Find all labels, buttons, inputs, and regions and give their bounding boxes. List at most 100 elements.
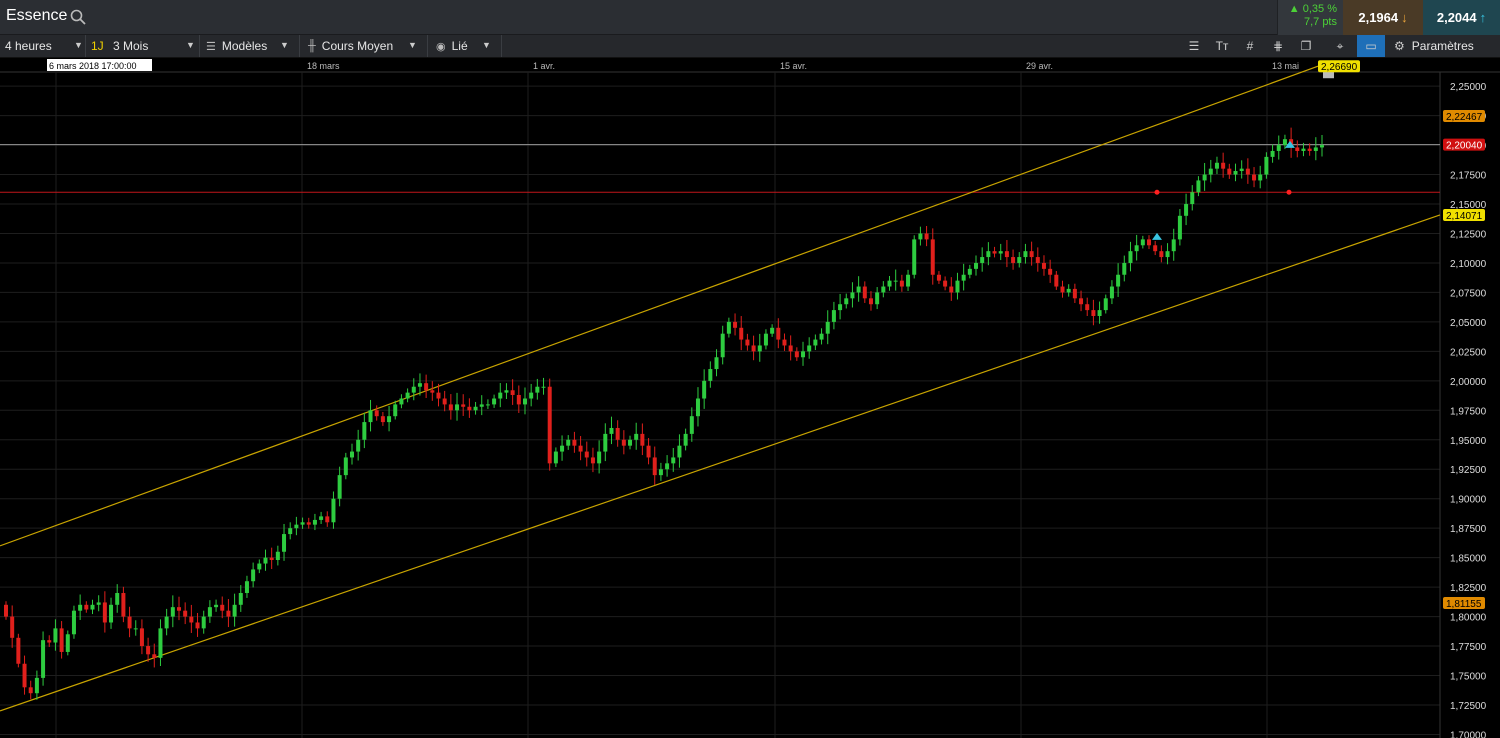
candle-body bbox=[1239, 168, 1244, 172]
candle-body bbox=[683, 433, 688, 446]
y-tick-label: 1,90000 bbox=[1450, 495, 1487, 506]
price-label-text: 2,26690 bbox=[1321, 62, 1358, 73]
y-tick-label: 1,82500 bbox=[1450, 583, 1487, 594]
candle-body bbox=[362, 422, 367, 440]
candle-body bbox=[529, 392, 534, 399]
candle-body bbox=[1017, 257, 1022, 263]
crosshair-date-label: 6 mars 2018 17:00:00 bbox=[49, 61, 137, 71]
candle-body bbox=[331, 498, 336, 523]
interval-select[interactable]: 4 heures ▼ bbox=[0, 35, 86, 57]
candle-body bbox=[1147, 239, 1152, 246]
candle-body bbox=[59, 628, 64, 652]
candle-body bbox=[1196, 180, 1201, 193]
candle-body bbox=[936, 274, 941, 281]
quick-range-label: 1J bbox=[91, 39, 104, 53]
candle-body bbox=[899, 280, 904, 287]
y-tick-label: 2,07500 bbox=[1450, 288, 1487, 299]
candle-body bbox=[757, 345, 762, 352]
candle-body bbox=[553, 451, 558, 464]
quick-range-button[interactable]: 1J bbox=[86, 35, 108, 57]
candle-body bbox=[152, 654, 157, 658]
candle-body bbox=[918, 233, 923, 240]
candle-body bbox=[1270, 150, 1275, 157]
candle-body bbox=[411, 386, 416, 393]
price-type-menu[interactable]: ╫ Cours Moyen ▼ bbox=[300, 35, 428, 57]
candle-body bbox=[1208, 168, 1213, 175]
buy-button[interactable]: 2,2044 ↑ bbox=[1423, 0, 1500, 35]
range-select[interactable]: 3 Mois ▼ bbox=[108, 35, 200, 57]
candle-body bbox=[349, 451, 354, 458]
candle-body bbox=[838, 304, 843, 311]
settings-button[interactable]: ⚙ Paramètres bbox=[1388, 35, 1500, 57]
candle-body bbox=[1116, 274, 1121, 287]
candle-body bbox=[368, 410, 373, 423]
candle-body bbox=[238, 593, 243, 605]
candle-body bbox=[782, 339, 787, 346]
candle-body bbox=[1054, 274, 1059, 287]
candle-body bbox=[312, 519, 317, 525]
chevron-down-icon: ▼ bbox=[482, 40, 491, 50]
candle-body bbox=[319, 516, 324, 520]
list-icon[interactable]: ☰ bbox=[1180, 35, 1208, 57]
candle-body bbox=[974, 262, 979, 269]
candle-body bbox=[1085, 304, 1090, 311]
candle-body bbox=[109, 604, 114, 623]
candle-body bbox=[1048, 268, 1053, 275]
candle-body bbox=[893, 280, 898, 282]
link-menu[interactable]: ◉ Lié ▼ bbox=[428, 35, 502, 57]
candle-body bbox=[584, 451, 589, 458]
alert-dot bbox=[1286, 189, 1292, 195]
candle-body bbox=[1140, 239, 1145, 246]
chevron-down-icon: ▼ bbox=[408, 40, 417, 50]
channel-line bbox=[0, 214, 1441, 712]
candle-body bbox=[1264, 156, 1269, 175]
candle-body bbox=[189, 616, 194, 623]
candle-body bbox=[176, 607, 181, 611]
y-tick-label: 1,85000 bbox=[1450, 554, 1487, 565]
candle-body bbox=[158, 628, 163, 658]
candle-body bbox=[807, 345, 812, 352]
candle-body bbox=[825, 321, 830, 334]
candle-body bbox=[794, 351, 799, 358]
price-tag-icon[interactable]: ▭ bbox=[1357, 35, 1385, 57]
candle-body bbox=[461, 404, 466, 407]
candle-body bbox=[1004, 251, 1009, 258]
text-size-icon[interactable]: Tт bbox=[1208, 35, 1236, 57]
candle-body bbox=[671, 457, 676, 464]
candle-body bbox=[739, 327, 744, 340]
candle-body bbox=[1227, 168, 1232, 175]
x-tick-label: 15 avr. bbox=[780, 61, 807, 71]
models-menu[interactable]: ☰ Modèles ▼ bbox=[200, 35, 300, 57]
candle-body bbox=[41, 640, 46, 678]
draw-tools-icon[interactable]: ⋕ bbox=[1264, 35, 1292, 57]
sell-button[interactable]: 2,1964 ↓ bbox=[1343, 0, 1423, 35]
candle-body bbox=[726, 321, 731, 334]
candle-body bbox=[522, 398, 527, 405]
candle-body bbox=[115, 593, 120, 605]
chevron-down-icon: ▼ bbox=[280, 40, 289, 50]
candle-body bbox=[992, 251, 997, 254]
candle-body bbox=[417, 383, 422, 387]
candle-body bbox=[986, 251, 991, 258]
candle-body bbox=[78, 604, 83, 611]
candle-body bbox=[1023, 251, 1028, 258]
grid-icon[interactable]: # bbox=[1236, 35, 1264, 57]
candle-body bbox=[1313, 147, 1318, 151]
candle-body bbox=[1184, 204, 1189, 216]
candle-body bbox=[300, 522, 305, 525]
candle-body bbox=[751, 345, 756, 352]
price-chart[interactable]: 18 mars 1 avr. 15 avr. 29 avr. 13 mai 6 mars … bbox=[0, 58, 1500, 738]
search-icon[interactable] bbox=[70, 9, 86, 25]
candle-body bbox=[1159, 251, 1164, 258]
candle-body bbox=[1233, 171, 1238, 175]
candle-body bbox=[201, 616, 206, 629]
candle-body bbox=[22, 663, 27, 688]
windows-icon[interactable]: ❐ bbox=[1292, 35, 1320, 57]
up-arrow-icon: ↑ bbox=[1479, 10, 1487, 25]
candle-body bbox=[566, 439, 571, 446]
candle-body bbox=[906, 274, 911, 287]
crosshair-icon[interactable]: ⌖ bbox=[1326, 35, 1354, 57]
candle-body bbox=[282, 534, 287, 552]
candle-body bbox=[1097, 310, 1102, 317]
candle-body bbox=[1295, 147, 1300, 151]
